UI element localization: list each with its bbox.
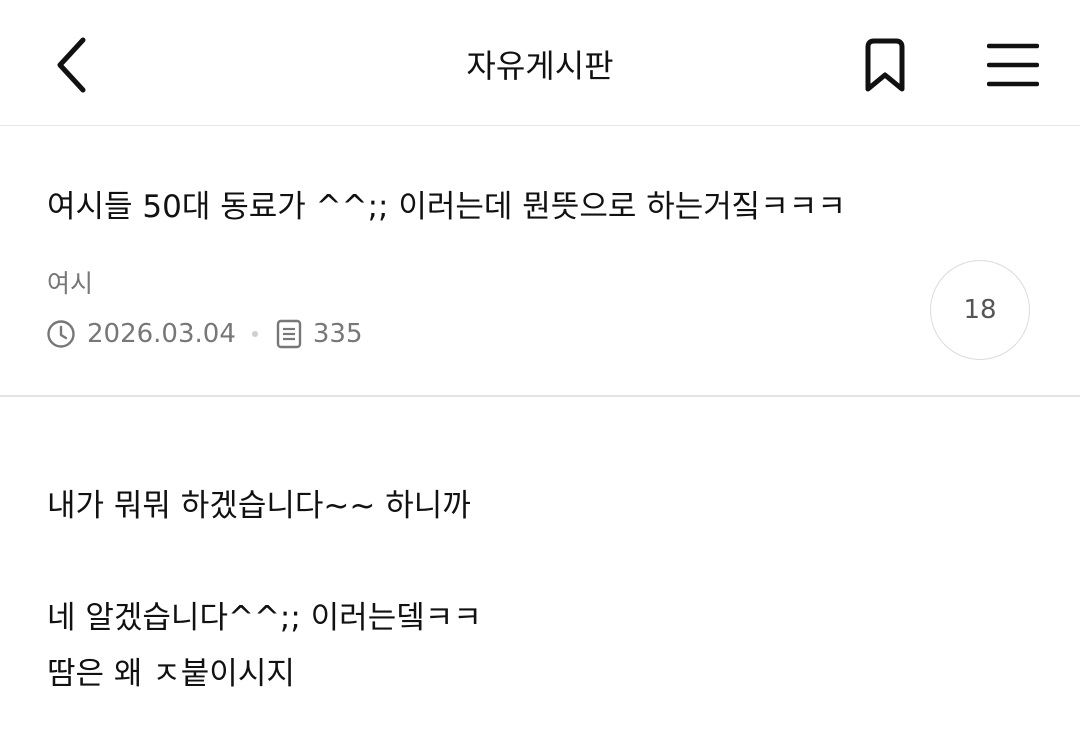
body-line: 땀은 왜 ㅈ붙이시지: [47, 656, 295, 692]
bookmark-button[interactable]: [852, 32, 918, 98]
clock-icon: [46, 319, 76, 349]
bookmark-icon: [865, 38, 905, 92]
body-blank-line: [47, 534, 1027, 590]
meta-separator-dot: [251, 331, 258, 337]
post-body: 내가 뭐뭐 하겠습니다~~ 하니까 네 알겠습니다^^;; 이러는뎈ㅋㅋ 땀은 …: [47, 478, 1027, 702]
board-title: 자유게시판: [466, 47, 614, 85]
comment-count-button[interactable]: 18: [930, 260, 1030, 360]
post-meta: 2026.03.04 335: [46, 314, 363, 354]
view-count: 335: [312, 319, 363, 349]
document-list-icon: [274, 319, 304, 349]
body-line: 네 알겠습니다^^;; 이러는뎈ㅋㅋ: [47, 600, 482, 636]
post-date: 2026.03.04: [87, 319, 236, 349]
chevron-left-icon: [57, 37, 86, 93]
top-app-bar: 자유게시판: [0, 0, 1080, 126]
post-header: 여시들 50대 동료가 ^^;; 이러는데 뭔뜻으로 하는거짘ㅋㅋㅋ 여시 20…: [0, 126, 1080, 397]
author-name[interactable]: 여시: [47, 266, 93, 302]
hamburger-menu-icon: [987, 43, 1039, 87]
body-line: 내가 뭐뭐 하겠습니다~~ 하니까: [47, 488, 471, 524]
back-button[interactable]: [40, 30, 100, 100]
post-title: 여시들 50대 동료가 ^^;; 이러는데 뭔뜻으로 하는거짘ㅋㅋㅋ: [47, 189, 846, 225]
menu-button[interactable]: [980, 32, 1046, 98]
